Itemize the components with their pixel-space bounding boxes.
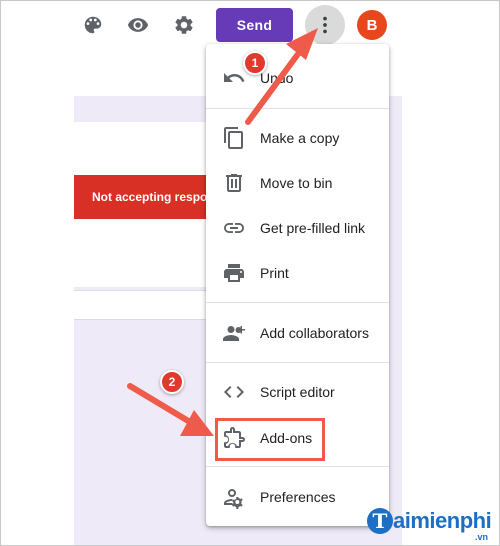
menu-item-label: Preferences xyxy=(260,489,336,505)
more-vert-icon[interactable] xyxy=(305,5,345,45)
menu-item-script-editor[interactable]: Script editor xyxy=(206,372,389,412)
watermark-logo-mark: T xyxy=(367,508,393,534)
menu-divider xyxy=(206,108,389,109)
menu-item-label: Print xyxy=(260,265,289,281)
copy-icon xyxy=(222,126,246,150)
gear-icon[interactable] xyxy=(170,11,198,39)
print-icon xyxy=(222,261,246,285)
menu-item-label: Make a copy xyxy=(260,130,340,146)
menu-item-label: Add collaborators xyxy=(260,325,369,341)
person-settings-icon xyxy=(222,485,246,509)
palette-icon[interactable] xyxy=(79,11,107,39)
menu-item-print[interactable]: Print xyxy=(206,253,389,293)
menu-divider xyxy=(206,466,389,467)
watermark-suffix: .vn xyxy=(475,532,489,542)
menu-item-label: Undo xyxy=(260,70,294,86)
menu-divider xyxy=(206,362,389,363)
menu-item-label: Get pre-filled link xyxy=(260,220,366,236)
menu-item-preferences[interactable]: Preferences xyxy=(206,477,389,517)
menu-item-label: Move to bin xyxy=(260,175,333,191)
menu-item-label: Script editor xyxy=(260,384,335,400)
menu-item-move-to-bin[interactable]: Move to bin xyxy=(206,163,389,203)
trash-icon xyxy=(222,171,246,195)
highlight-box-add-ons xyxy=(215,418,325,461)
send-button[interactable]: Send xyxy=(216,8,293,42)
menu-item-undo[interactable]: Undo xyxy=(206,58,389,98)
step-badge-1: 1 xyxy=(243,51,267,75)
eye-icon[interactable] xyxy=(124,11,152,39)
code-icon xyxy=(222,380,246,404)
watermark-logo: T aimienphi .vn xyxy=(367,506,497,544)
add-person-icon xyxy=(222,321,246,345)
step-badge-2: 2 xyxy=(160,370,184,394)
menu-item-prefilled-link[interactable]: Get pre-filled link xyxy=(206,208,389,248)
menu-item-add-collaborators[interactable]: Add collaborators xyxy=(206,313,389,353)
link-icon xyxy=(222,216,246,240)
menu-divider xyxy=(206,302,389,303)
menu-item-make-copy[interactable]: Make a copy xyxy=(206,118,389,158)
avatar[interactable]: B xyxy=(357,10,387,40)
watermark-brand: aimienphi xyxy=(393,508,492,533)
undo-icon xyxy=(222,66,246,90)
